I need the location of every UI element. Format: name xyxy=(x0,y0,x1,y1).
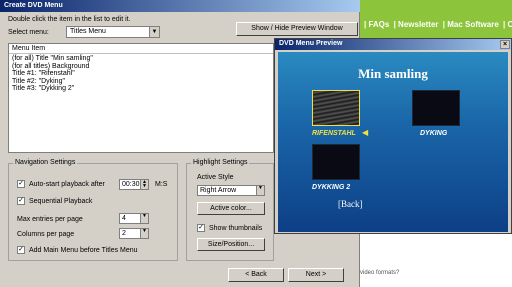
list-header: Menu Item xyxy=(9,44,273,54)
menu-item-list[interactable]: Menu Item (for all) Title "Min samling" … xyxy=(8,43,274,153)
site-nav-more[interactable]: | C xyxy=(503,20,512,29)
site-body-text: video formats? xyxy=(360,270,400,276)
next-button[interactable]: Next > xyxy=(288,268,344,282)
navigation-settings-group: Navigation Settings ✓ Auto-start playbac… xyxy=(8,159,178,261)
active-style-dropdown[interactable]: Right Arrow ▼ xyxy=(197,185,265,196)
title-thumbnail-3[interactable] xyxy=(312,144,360,180)
preview-menu-heading: Min samling xyxy=(358,66,428,81)
select-menu-value: Titles Menu xyxy=(70,28,106,35)
show-thumbnails-checkbox[interactable]: ✓ xyxy=(197,224,205,232)
max-entries-label: Max entries per page xyxy=(17,216,83,223)
site-header-bar: | FAQs | Newsletter | Mac Software | C xyxy=(360,0,512,40)
autostart-checkbox[interactable]: ✓ xyxy=(17,180,25,188)
active-style-value: Right Arrow xyxy=(200,187,237,194)
max-entries-dropdown[interactable]: 4 ▼ xyxy=(119,213,149,224)
list-item[interactable]: Title #1: "Rifenstahl" xyxy=(12,70,93,78)
highlight-settings-title: Highlight Settings xyxy=(191,159,250,166)
autostart-time-value: 00:30 xyxy=(122,181,140,188)
show-hide-preview-button[interactable]: Show / Hide Preview Window xyxy=(236,22,358,36)
columns-label: Columns per page xyxy=(17,231,75,238)
preview-back-link[interactable]: [Back] xyxy=(338,199,363,209)
site-nav-mac-software[interactable]: | Mac Software xyxy=(443,20,499,29)
active-style-label: Active Style xyxy=(197,174,234,181)
preview-title: DVD Menu Preview × xyxy=(275,39,511,50)
title-label-3[interactable]: DYKKING 2 xyxy=(312,184,350,191)
selection-arrow-icon: ◀ xyxy=(362,128,369,137)
navigation-settings-title: Navigation Settings xyxy=(13,159,78,166)
title-thumbnail-1[interactable] xyxy=(312,90,360,126)
title-label-1[interactable]: RIFENSTAHL xyxy=(312,130,356,137)
spin-arrows-icon[interactable]: ▲ ▼ xyxy=(140,180,148,189)
chevron-down-icon[interactable]: ▼ xyxy=(140,229,148,238)
list-item[interactable]: (for all) Title "Min samling" xyxy=(12,55,93,63)
chevron-down-icon[interactable]: ▼ xyxy=(140,214,148,223)
size-position-button[interactable]: Size/Position... xyxy=(197,238,265,251)
back-button[interactable]: < Back xyxy=(228,268,284,282)
site-nav: | FAQs | Newsletter | Mac Software | C xyxy=(364,20,512,29)
list-item[interactable]: (for all titles) Background xyxy=(12,63,93,71)
preview-title-text: DVD Menu Preview xyxy=(279,40,343,47)
close-icon[interactable]: × xyxy=(500,40,510,49)
autostart-unit: M:S xyxy=(155,181,168,188)
select-menu-label: Select menu: xyxy=(8,29,49,36)
autostart-label: Auto-start playback after xyxy=(29,181,105,188)
dialog-title: Create DVD Menu xyxy=(0,0,360,12)
title-label-2[interactable]: DYKING xyxy=(420,130,447,137)
show-thumbnails-label: Show thumbnails xyxy=(209,225,263,232)
preview-canvas: Min samling RIFENSTAHL ◀ DYKING DYKKING … xyxy=(278,52,508,232)
sequential-playback-checkbox[interactable]: ✓ xyxy=(17,197,25,205)
highlight-settings-group: Highlight Settings Active Style Right Ar… xyxy=(186,159,274,261)
chevron-down-icon[interactable]: ▼ xyxy=(149,27,159,37)
sequential-playback-label: Sequential Playback xyxy=(29,198,93,205)
select-menu-dropdown[interactable]: Titles Menu ▼ xyxy=(66,26,160,38)
active-color-button[interactable]: Active color... xyxy=(197,202,265,215)
add-main-menu-checkbox[interactable]: ✓ xyxy=(17,246,25,254)
chevron-down-icon[interactable]: ▼ xyxy=(256,186,264,195)
add-main-menu-label: Add Main Menu before Titles Menu xyxy=(29,247,138,254)
site-nav-newsletter[interactable]: | Newsletter xyxy=(394,20,439,29)
dvd-menu-preview-window: DVD Menu Preview × Min samling RIFENSTAH… xyxy=(274,38,512,234)
list-item[interactable]: Title #3: "Dykking 2" xyxy=(12,85,93,93)
autostart-time-input[interactable]: 00:30 ▲ ▼ xyxy=(119,179,149,190)
columns-dropdown[interactable]: 2 ▼ xyxy=(119,228,149,239)
dialog-hint: Double click the item in the list to edi… xyxy=(8,16,131,23)
site-nav-faqs[interactable]: | FAQs xyxy=(364,20,389,29)
title-thumbnail-2[interactable] xyxy=(412,90,460,126)
max-entries-value: 4 xyxy=(122,215,126,222)
list-item[interactable]: Title #2: "Dyking" xyxy=(12,78,93,86)
columns-value: 2 xyxy=(122,230,126,237)
